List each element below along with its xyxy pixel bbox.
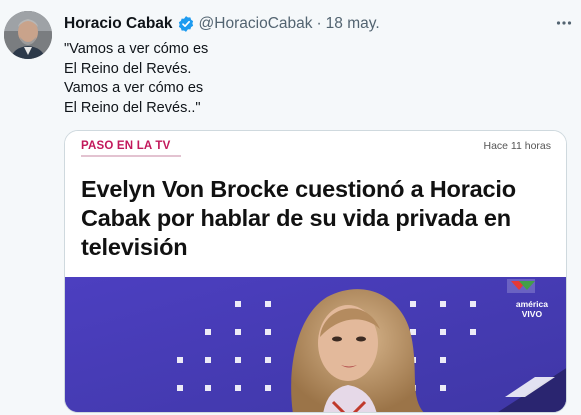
tweet-text-line: "Vamos a ver cómo es [64,41,209,57]
headline-line: televisión [81,234,188,260]
link-preview-card[interactable]: PASO EN LA TV Hace 11 horas Evelyn Von B… [64,130,567,413]
avatar-photo [4,11,52,59]
channel-name: américa [515,299,548,309]
tweet[interactable]: Horacio Cabak @HoracioCabak · 18 may. "V… [0,0,581,415]
card-headline: Evelyn Von Brocke cuestionó a Horacio Ca… [81,175,561,262]
display-name[interactable]: Horacio Cabak [64,15,173,33]
tv-studio-image [65,277,566,412]
separator-dot: · [316,15,322,32]
card-header-area: PASO EN LA TV Hace 11 horas Evelyn Von B… [65,131,566,277]
avatar[interactable] [4,11,52,59]
tweet-text-line: El Reino del Revés.." [64,99,201,116]
card-time: Hace 11 horas [483,140,551,152]
tweet-text-line: Vamos a ver cómo es [64,80,204,96]
live-label: VIVO [521,309,543,319]
verified-badge-icon [177,15,195,33]
tweet-text: "Vamos a ver cómo es El Reino del Revés.… [64,40,364,118]
more-horizontal-icon[interactable] [553,12,575,34]
tweet-date[interactable]: 18 may. [326,15,380,33]
headline-line: Evelyn Von Brocke cuestionó a Horacio [81,176,516,202]
section-divider [81,155,181,157]
headline-line: Cabak por hablar de su vida privada en [81,205,511,231]
tweet-header: Horacio Cabak @HoracioCabak · 18 may. [64,13,569,35]
card-section-label: PASO EN LA TV [81,140,171,152]
tweet-text-line: El Reino del Revés. [64,60,192,77]
channel-logo: américa VIVO [516,299,548,319]
user-handle[interactable]: @HoracioCabak [199,15,313,33]
card-image: américa VIVO [65,277,566,412]
